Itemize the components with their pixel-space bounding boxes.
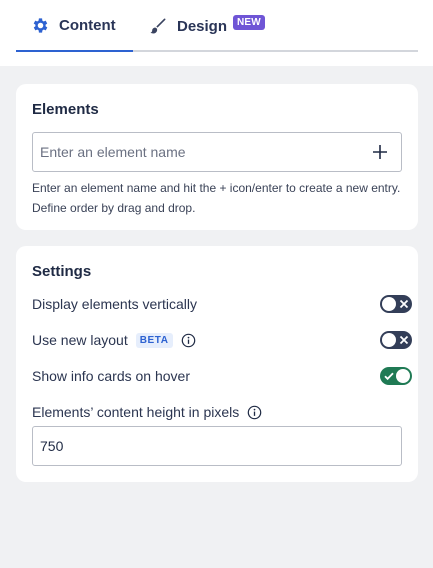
setting-info-cards: Show info cards on hover bbox=[32, 364, 412, 388]
new-badge: NEW bbox=[233, 14, 265, 30]
info-icon[interactable] bbox=[247, 405, 262, 420]
content-height-label: Elements’ content height in pixels bbox=[32, 404, 240, 420]
tab-design[interactable]: Design NEW bbox=[148, 0, 265, 52]
check-icon bbox=[384, 372, 394, 381]
setting-display-vertical: Display elements vertically bbox=[32, 292, 412, 316]
elements-helper-text: Enter an element name and hit the + icon… bbox=[32, 181, 401, 215]
display-vertical-toggle[interactable] bbox=[380, 295, 412, 313]
info-cards-label: Show info cards on hover bbox=[32, 368, 190, 384]
tab-design-label: Design bbox=[177, 17, 228, 35]
display-vertical-label: Display elements vertically bbox=[32, 296, 197, 312]
toggle-knob bbox=[382, 333, 396, 347]
info-cards-toggle[interactable] bbox=[380, 367, 412, 385]
elements-title: Elements bbox=[32, 101, 99, 118]
x-icon bbox=[399, 335, 409, 345]
paintbrush-icon bbox=[150, 18, 166, 34]
settings-title: Settings bbox=[32, 263, 92, 280]
gear-icon bbox=[33, 17, 48, 33]
tabs: Content Design NEW bbox=[16, 0, 418, 52]
tab-content-label: Content bbox=[59, 16, 116, 34]
element-name-input[interactable] bbox=[33, 133, 363, 171]
elements-card: Elements Enter an element name and hit t… bbox=[16, 84, 418, 230]
x-icon bbox=[399, 299, 409, 309]
new-layout-toggle[interactable] bbox=[380, 331, 412, 349]
settings-card: Settings Display elements vertically Use… bbox=[16, 246, 418, 482]
plus-icon[interactable] bbox=[371, 143, 389, 161]
element-name-field bbox=[32, 132, 402, 172]
content-height-label-row: Elements’ content height in pixels bbox=[32, 402, 262, 422]
tab-bar: Content Design NEW bbox=[0, 0, 433, 66]
beta-badge: BETA bbox=[135, 332, 173, 348]
tab-content[interactable]: Content bbox=[16, 0, 133, 52]
toggle-knob bbox=[396, 369, 410, 383]
toggle-knob bbox=[382, 297, 396, 311]
setting-new-layout: Use new layout BETA bbox=[32, 328, 412, 352]
new-layout-label: Use new layout bbox=[32, 332, 128, 348]
content-height-input[interactable] bbox=[32, 426, 402, 466]
info-icon[interactable] bbox=[181, 333, 196, 348]
